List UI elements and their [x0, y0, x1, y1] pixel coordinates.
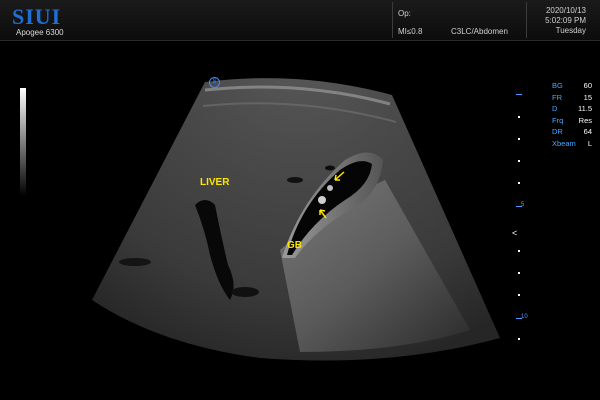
param-key: Xbeam: [552, 138, 576, 148]
depth-label: 10: [521, 314, 528, 320]
param-value: 64: [583, 127, 592, 136]
orientation-marker: S: [209, 77, 220, 88]
depth-tick: [518, 116, 520, 118]
depth-tick: [518, 138, 520, 140]
param-value: 60: [583, 81, 592, 90]
param-row: Xbeam L: [552, 138, 592, 150]
annotation-liver: LIVER: [200, 177, 230, 188]
annotation-gallbladder: GB: [287, 240, 302, 251]
operator-label: Op:: [398, 9, 411, 18]
depth-tick: [518, 250, 520, 252]
param-value: L: [587, 138, 592, 148]
focus-marker[interactable]: <: [512, 228, 517, 238]
param-value: 11.5: [577, 104, 592, 113]
time-text: 5:02:09 PM: [545, 16, 586, 25]
depth-scale: 5 10: [512, 94, 532, 340]
header-divider: [526, 2, 527, 38]
device-model: Apogee 6300: [16, 28, 64, 37]
param-key: FR: [552, 92, 562, 102]
param-row: DR 64: [552, 126, 592, 138]
echogenic-focus: [318, 196, 326, 204]
depth-tick: [518, 294, 520, 296]
param-key: BG: [552, 81, 563, 90]
param-key: D: [552, 104, 558, 113]
parameter-panel: BG 60 FR 15 D 11.5 Frq Res DR 64 Xbeam L: [552, 80, 592, 149]
depth-tick: [518, 272, 520, 274]
param-key: DR: [552, 127, 563, 136]
depth-tick: [518, 182, 520, 184]
datetime-display: 2020/10/13 5:02:09 PM Tuesday: [545, 6, 586, 36]
depth-tick: [518, 338, 520, 340]
ultrasound-image[interactable]: [0, 40, 600, 400]
param-key: Frq: [552, 115, 564, 125]
depth-tick: [518, 160, 520, 162]
param-row: FR 15: [552, 92, 592, 104]
mechanical-index: MI≤0.8: [398, 27, 423, 36]
param-value: Res: [578, 115, 592, 125]
param-row: BG 60: [552, 80, 592, 92]
probe-preset: C3LC/Abdomen: [451, 27, 508, 36]
date-text: 2020/10/13: [545, 6, 586, 15]
depth-tick: [516, 94, 522, 95]
header-divider: [392, 2, 393, 38]
param-row: D 11.5: [552, 103, 592, 115]
brand-logo: SIUI: [12, 4, 62, 29]
param-value: 15: [583, 92, 592, 102]
depth-label: 5: [521, 202, 525, 208]
weekday-text: Tuesday: [555, 26, 586, 35]
param-row: Frq Res: [552, 115, 592, 127]
header-bar: SIUI Apogee 6300 Op: MI≤0.8 C3LC/Abdomen…: [0, 0, 600, 41]
